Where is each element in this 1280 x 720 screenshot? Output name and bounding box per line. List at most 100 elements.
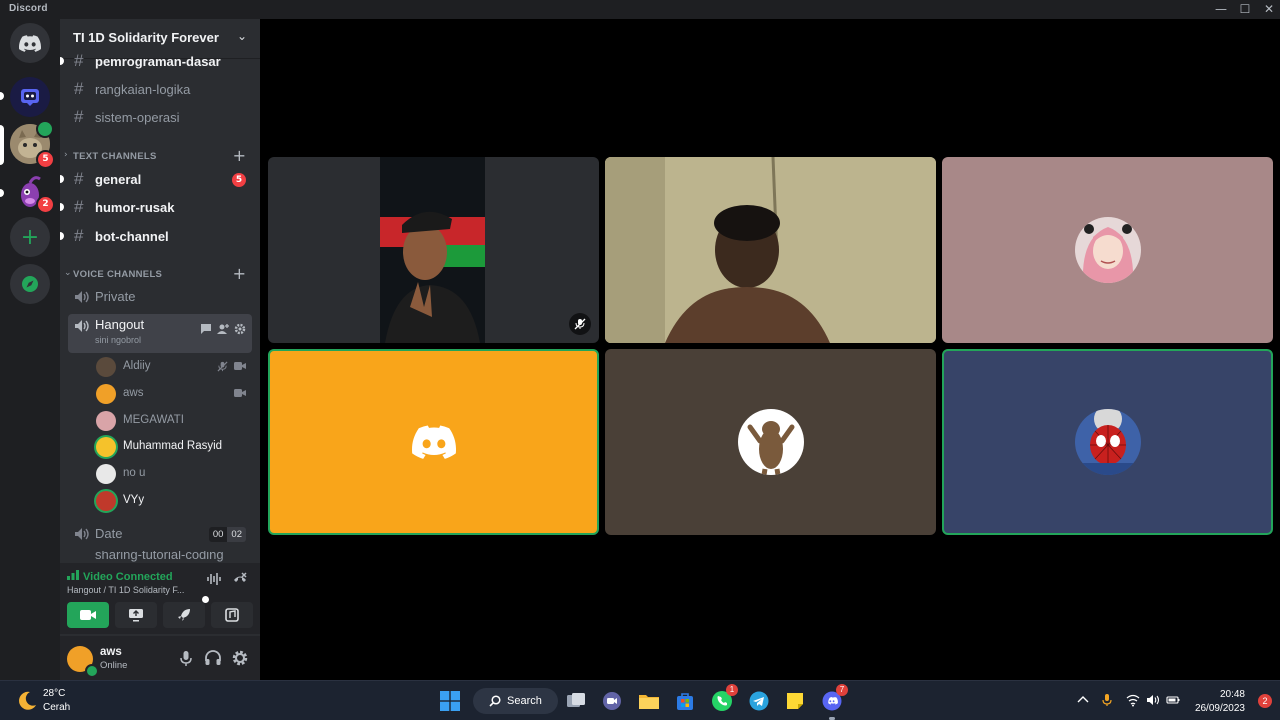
gear-icon[interactable] (234, 320, 246, 335)
video-tile-no-u[interactable] (605, 349, 936, 535)
video-tile-megawati[interactable] (942, 157, 1273, 343)
direct-messages-button[interactable] (10, 23, 50, 63)
discord-logo-icon (19, 34, 41, 52)
voice-channel-hangout[interactable]: Hangout sini ngobrol (68, 314, 252, 353)
settings-gear-icon[interactable] (231, 649, 249, 667)
video-tile-vyy[interactable] (942, 349, 1273, 535)
search-icon (489, 695, 501, 707)
weather-temperature[interactable]: 28°C (43, 688, 65, 699)
task-view-button[interactable] (563, 688, 589, 714)
create-channel-icon[interactable]: + (233, 146, 246, 165)
windows-logo-icon (440, 691, 460, 711)
taskbar-search[interactable]: Search (473, 688, 558, 714)
microphone-in-use-icon[interactable] (1100, 693, 1114, 707)
channel-sidebar: TI 1D Solidarity Forever ⌄ # pemrograman… (60, 19, 260, 680)
activities-button[interactable] (163, 596, 209, 628)
voice-member-megawati[interactable]: MEGAWATI (96, 410, 252, 434)
explore-button[interactable] (10, 264, 50, 304)
clock[interactable]: 20:48 26/09/2023 (1195, 688, 1245, 716)
voice-channel-partial[interactable]: sharing-tutorial-coding (68, 551, 252, 563)
avatar (96, 384, 116, 404)
channel-general[interactable]: # general 5 (60, 167, 252, 193)
minimize-button[interactable]: — (1209, 0, 1233, 19)
member-name: no u (123, 467, 146, 479)
battery-icon[interactable] (1166, 693, 1180, 707)
whatsapp-badge: 1 (726, 684, 738, 696)
chevron-down-icon: ⌄ (64, 268, 72, 278)
weather-condition[interactable]: Cerah (43, 702, 70, 713)
voice-member-aws[interactable]: aws (96, 383, 252, 407)
category-text-channels[interactable]: › TEXT CHANNELS + (64, 146, 254, 165)
close-button[interactable]: ✕ (1257, 0, 1280, 19)
start-button[interactable] (437, 688, 463, 714)
channel-humor-rusak[interactable]: # humor-rusak (60, 195, 252, 221)
soundboard-button[interactable] (211, 602, 253, 628)
category-label: VOICE CHANNELS (73, 269, 163, 280)
video-camera-icon (234, 389, 246, 397)
invite-user-icon[interactable] (217, 320, 229, 334)
category-voice-channels[interactable]: ⌄ VOICE CHANNELS + (64, 264, 254, 283)
voice-channel-label: sharing-tutorial-coding (95, 551, 224, 562)
avatar (1074, 409, 1141, 475)
screen-share-button[interactable] (115, 602, 157, 628)
hash-icon: # (74, 169, 84, 188)
headphones-icon[interactable] (204, 649, 222, 667)
discord-taskbar-button[interactable]: 7 (819, 684, 848, 720)
hash-icon: # (74, 107, 84, 126)
server-1-button[interactable] (10, 77, 50, 117)
avatar (96, 464, 116, 484)
chat-bubble-icon[interactable] (200, 320, 212, 334)
channel-rangkaian-logika[interactable]: # rangkaian-logika (68, 77, 252, 103)
mention-badge: 5 (232, 173, 246, 187)
file-explorer-button[interactable] (636, 688, 662, 714)
avatar (1074, 217, 1141, 283)
notification-badge[interactable]: 2 (1258, 694, 1272, 708)
video-tile-aws[interactable] (605, 157, 936, 343)
camera-toggle-button[interactable] (67, 602, 109, 628)
chevron-right-icon: › (64, 150, 68, 160)
voice-channel-date[interactable]: Date 00 02 (68, 523, 252, 547)
user-status: Online (100, 660, 128, 671)
store-bag-icon (677, 693, 693, 710)
microphone-icon[interactable] (177, 649, 195, 667)
noise-suppression-icon[interactable] (206, 571, 222, 587)
avatar (737, 409, 804, 475)
guild-name: TI 1D Solidarity Forever (73, 30, 219, 45)
microsoft-store-button[interactable] (672, 688, 698, 714)
camera-feed-image (380, 157, 485, 343)
wifi-icon[interactable] (1126, 693, 1140, 707)
video-tile-aldiiy[interactable] (268, 157, 599, 343)
telegram-button[interactable] (746, 688, 772, 714)
channel-bot-channel[interactable]: # bot-channel (60, 224, 252, 250)
channel-pemrograman-dasar[interactable]: # pemrograman-dasar (60, 49, 252, 75)
voice-channel-status: sini ngobrol (95, 335, 142, 345)
disconnect-icon[interactable] (232, 571, 248, 587)
video-tile-muhammad-rasyid[interactable] (268, 349, 599, 535)
voice-channel-private[interactable]: Private (68, 286, 252, 310)
moon-weather-icon[interactable] (16, 690, 38, 712)
voice-member-vyy[interactable]: VYy (96, 490, 252, 514)
voice-member-aldiiy[interactable]: Aldiiy (96, 356, 252, 380)
telegram-icon (749, 691, 769, 711)
voice-member-muhammad-rasyid[interactable]: Muhammad Rasyid (96, 436, 252, 460)
whatsapp-button[interactable]: 1 (709, 684, 738, 714)
voice-member-no-u[interactable]: no u (96, 463, 252, 487)
channel-sistem-operasi[interactable]: # sistem-operasi (68, 105, 252, 131)
volume-icon[interactable] (1146, 693, 1160, 707)
muted-badge (569, 313, 591, 335)
server-2-button[interactable]: 5 (10, 120, 55, 169)
unread-pill-2 (0, 189, 4, 197)
teams-chat-button[interactable] (599, 688, 625, 714)
server-rail: 5 2 + (0, 19, 60, 680)
voice-location[interactable]: Hangout / TI 1D Solidarity F... (67, 585, 184, 595)
add-server-button[interactable]: + (10, 217, 50, 257)
server-3-button[interactable]: 2 (10, 171, 55, 214)
channel-label: pemrograman-dasar (95, 54, 221, 69)
create-channel-icon[interactable]: + (233, 264, 246, 283)
speaker-icon (75, 320, 89, 332)
clock-time: 20:48 (1219, 689, 1245, 700)
sticky-notes-button[interactable] (782, 688, 808, 714)
maximize-button[interactable]: ☐ (1233, 0, 1257, 19)
channel-label: humor-rusak (95, 200, 175, 215)
chevron-up-icon[interactable] (1076, 693, 1090, 707)
